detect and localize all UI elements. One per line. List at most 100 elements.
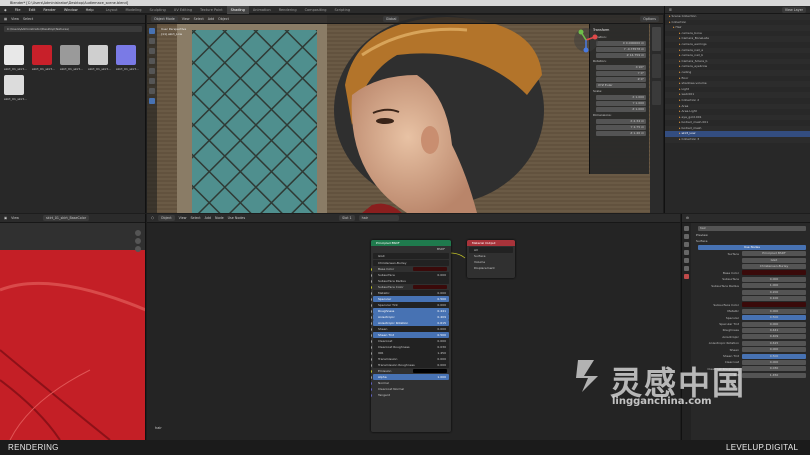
scale-tool-icon[interactable] [149,68,155,74]
color-swatch[interactable] [413,267,447,271]
transform-orientation[interactable]: Global [382,16,400,22]
object-tab-icon[interactable] [684,258,689,263]
scale-y[interactable]: Y 1.000 [596,100,646,106]
blender-logo-icon[interactable]: ◈ [0,6,11,14]
texture-preview[interactable] [0,250,146,440]
pan-icon[interactable] [135,238,141,244]
location-x[interactable]: X 0.000000 m [596,40,646,46]
camera-icon[interactable] [135,246,141,252]
menu-render[interactable]: Render [39,6,59,14]
vp-menu-object[interactable]: Object [218,17,229,21]
principled-bsdf-node[interactable]: Principled BSDF BSDF GGX Christensen-Bur… [371,240,451,432]
input-socket-icon[interactable] [371,375,372,379]
input-socket-icon[interactable] [371,393,372,397]
property-value-field[interactable]: 0.000 [742,347,806,353]
use-nodes-button[interactable]: Use Nodes [698,244,806,250]
surface-shader-dropdown[interactable]: Principled BSDF [742,251,806,257]
dimensions-z[interactable]: Z 1.46 m [596,130,646,136]
outliner-row[interactable]: ▸ Collection 3 [665,137,810,143]
path-field[interactable]: C:\Users\Administrator\Desktop\Textures\ [4,26,142,32]
render-tab-icon[interactable] [684,234,689,239]
menu-window[interactable]: Window [60,6,82,14]
input-socket-icon[interactable] [371,309,372,313]
cursor-tool-icon[interactable] [149,38,155,44]
property-value-field[interactable]: 0.030 [742,366,806,372]
property-value-field[interactable] [742,302,806,308]
location-y[interactable]: Y -0.73578 m [596,46,646,52]
input-socket-icon[interactable] [371,357,372,361]
input-socket-icon[interactable] [371,285,372,289]
scene-tab-icon[interactable] [684,250,689,255]
image-editor-type-icon[interactable]: ▣ [4,216,7,220]
dimensions-y[interactable]: Y 2.75 m [596,124,646,130]
navigation-gizmo-icon[interactable] [573,27,599,53]
property-value-field[interactable]: 0.615 [742,340,806,346]
output-tab-icon[interactable] [684,242,689,247]
menu-help[interactable]: Help [82,6,98,14]
tab-tool[interactable] [652,54,661,78]
input-socket-icon[interactable] [371,351,372,355]
input-socket-icon[interactable] [371,321,372,325]
property-value-field[interactable]: 0.409 [742,334,806,340]
3d-viewport[interactable]: Object Mode View Select Add Object Globa… [147,15,663,213]
input-socket-icon[interactable] [371,279,372,283]
tab-view[interactable] [652,81,661,105]
fb-menu-view[interactable]: View [11,17,19,21]
tab-scripting[interactable]: Scripting [331,6,355,14]
input-socket-icon[interactable] [371,273,372,277]
input-socket-icon[interactable] [371,327,372,331]
property-value-field[interactable]: 0.000 [742,321,806,327]
property-value-field[interactable]: 0.200 [742,289,806,295]
transform-tool-icon[interactable] [149,78,155,84]
vp-menu-view[interactable]: View [182,17,190,21]
tab-texture-paint[interactable]: Texture Paint [196,6,227,14]
rotation-mode[interactable]: XYZ Euler [596,82,646,88]
input-socket-icon[interactable] [371,267,372,271]
input-socket-icon[interactable] [371,315,372,319]
input-socket-icon[interactable] [371,381,372,385]
tab-layout[interactable]: Layout [102,6,122,14]
modifier-tab-icon[interactable] [684,266,689,271]
options-dropdown[interactable]: Options [640,16,659,22]
bsdf-input-row[interactable]: Tangent [371,392,449,398]
rotation-z[interactable]: Z 0° [596,76,646,82]
material-tab-icon[interactable] [684,274,689,279]
select-tool-icon[interactable] [149,28,155,34]
scale-x[interactable]: X 1.000 [596,94,646,100]
property-value-field[interactable]: 0.500 [742,353,806,359]
rotation-x[interactable]: X 90° [596,64,646,70]
menu-file[interactable]: File [11,6,25,14]
color-swatch[interactable] [413,369,447,373]
tool-tab-icon[interactable] [684,226,689,231]
tab-item[interactable] [652,27,661,51]
tab-sculpting[interactable]: Sculpting [145,6,169,14]
file-thumbnail[interactable] [60,45,80,65]
move-tool-icon[interactable] [149,48,155,54]
image-selector[interactable]: skirt_01_skirt_BaseColor [42,215,90,221]
input-socket-icon[interactable] [371,387,372,391]
property-value-field[interactable]: 0.500 [742,315,806,321]
scale-z[interactable]: Z 1.000 [596,106,646,112]
property-value-field[interactable]: 1.450 [742,372,806,378]
measure-tool-icon[interactable] [149,98,155,104]
property-value-field[interactable]: 0.441 [742,327,806,333]
tab-animation[interactable]: Animation [249,6,275,14]
editor-type-icon[interactable]: ▦ [4,17,7,21]
rotation-y[interactable]: Y 0° [596,70,646,76]
props-subsurface-method[interactable]: Christensen-Burley [742,264,806,270]
props-distribution[interactable]: GGX [742,257,806,263]
input-socket-icon[interactable] [371,339,372,343]
property-value-field[interactable]: 0.000 [742,276,806,282]
property-value-field[interactable] [742,270,806,276]
file-thumbnail[interactable] [116,45,136,65]
property-value-field[interactable]: 1.000 [742,283,806,289]
rotate-tool-icon[interactable] [149,58,155,64]
tab-shading[interactable]: Shading [226,5,249,14]
vp-menu-add[interactable]: Add [208,17,214,21]
vp-menu-select[interactable]: Select [194,17,204,21]
tab-uv-editing[interactable]: UV Editing [170,6,196,14]
input-socket-icon[interactable] [371,303,372,307]
material-name-field[interactable]: hair [698,225,806,231]
menu-edit[interactable]: Edit [25,6,40,14]
file-thumbnail[interactable] [32,45,52,65]
